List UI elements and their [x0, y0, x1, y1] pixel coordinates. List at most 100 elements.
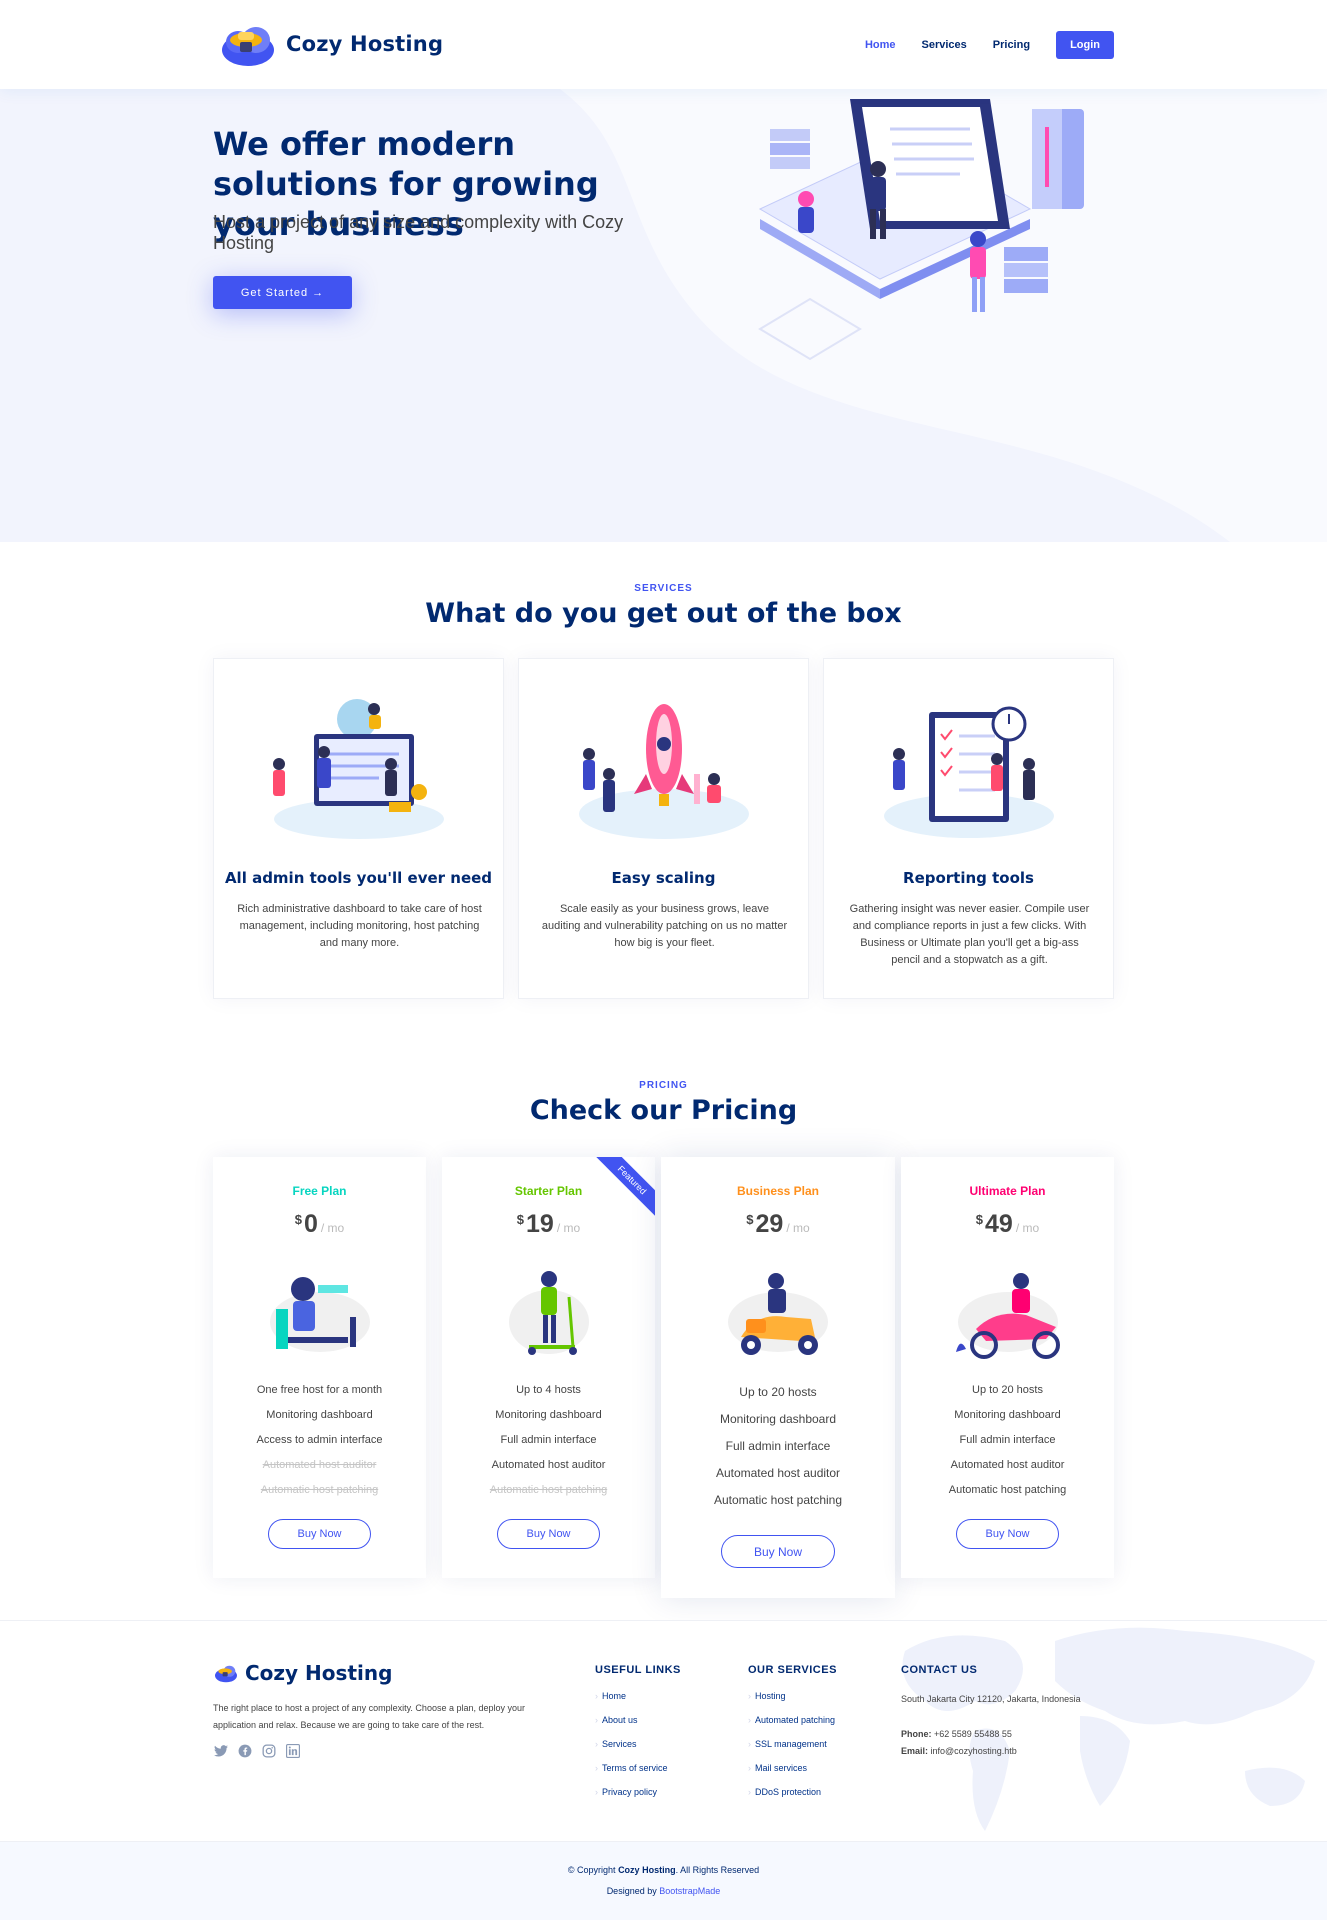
- footer-link[interactable]: › Automated patching: [748, 1715, 837, 1739]
- chevron-right-icon: ›: [595, 1787, 598, 1797]
- footer-link[interactable]: › SSL management: [748, 1739, 837, 1763]
- cloud-logo-icon: [215, 1665, 237, 1683]
- plan-name: Business Plan: [736, 1184, 820, 1198]
- footer-description: The right place to host a project of any…: [213, 1703, 526, 1730]
- nav-home[interactable]: Home: [865, 39, 896, 51]
- buy-now-button[interactable]: Buy Now: [956, 1519, 1059, 1549]
- footer-link-label: DDoS protection: [755, 1787, 822, 1797]
- get-started-button[interactable]: Get Started →: [213, 276, 352, 309]
- contact-phone: Phone: +62 5589 55488 55: [901, 1726, 1081, 1743]
- chevron-right-icon: ›: [748, 1787, 751, 1797]
- nav-pricing[interactable]: Pricing: [993, 39, 1030, 51]
- buy-now-button[interactable]: Buy Now: [268, 1519, 371, 1549]
- copyright-text: © Copyright Cozy Hosting. All Rights Res…: [0, 1865, 1327, 1875]
- plan-name: Ultimate Plan: [969, 1184, 1046, 1198]
- business-plan-illustration: [728, 1273, 828, 1355]
- footer-link-label: Services: [602, 1739, 637, 1749]
- instagram-icon[interactable]: [261, 1743, 276, 1758]
- plan-name: Free Plan: [292, 1184, 347, 1198]
- brand-name: Cozy Hosting: [286, 32, 444, 56]
- phone-label: Phone:: [901, 1729, 932, 1739]
- linkedin-icon[interactable]: [285, 1743, 300, 1758]
- feature-item-unavailable: Automated host auditor: [262, 1459, 377, 1471]
- pricing-title: Check our Pricing: [529, 1095, 798, 1126]
- feature-item: Full admin interface: [725, 1439, 831, 1453]
- useful-links-column: USEFUL LINKS › Home › About us › Services ›…: [595, 1664, 681, 1811]
- copyright-prefix: © Copyright: [567, 1865, 616, 1875]
- reporting-tools-illustration: [884, 706, 1054, 838]
- footer-link-label: Home: [602, 1691, 627, 1701]
- login-button[interactable]: Login: [1056, 31, 1114, 59]
- twitter-icon[interactable]: [213, 1743, 228, 1758]
- feature-item: Automated host auditor: [950, 1459, 1065, 1471]
- feature-item: Automatic host patching: [713, 1493, 843, 1507]
- site-header: Cozy Hosting Home Services Pricing Login: [0, 0, 1327, 89]
- price-period: / mo: [320, 1221, 345, 1235]
- contact-heading: CONTACT US: [901, 1664, 978, 1676]
- footer-link[interactable]: › Mail services: [748, 1763, 837, 1787]
- service-description: Gathering insight was never easier. Comp…: [849, 903, 1090, 966]
- copyright-bar: © Copyright Cozy Hosting. All Rights Res…: [0, 1841, 1327, 1920]
- feature-item: Automatic host patching: [948, 1484, 1067, 1496]
- useful-links-heading: USEFUL LINKS: [595, 1664, 681, 1676]
- price-amount: 0: [303, 1210, 318, 1238]
- plan-price: $0/ mo: [213, 1210, 426, 1239]
- designed-by-text: Designed by BootstrapMade: [0, 1886, 1327, 1896]
- copyright-brand: Cozy Hosting: [618, 1865, 676, 1875]
- pricing-card-starter: Featured Starter Plan $19/ mo Up to 4 ho…: [442, 1157, 655, 1578]
- price-amount: 49: [985, 1210, 1013, 1238]
- pricing-tag: PRICING: [639, 1080, 688, 1091]
- arrow-right-icon: →: [312, 286, 325, 299]
- feature-list: Up to 4 hosts Monitoring dashboard Full …: [442, 1378, 655, 1503]
- service-description: Rich administrative dashboard to take ca…: [237, 903, 482, 949]
- buy-now-button[interactable]: Buy Now: [721, 1535, 835, 1568]
- footer-link[interactable]: › Terms of service: [595, 1763, 681, 1787]
- feature-item: Automated host auditor: [491, 1459, 606, 1471]
- copyright-suffix: . All Rights Reserved: [675, 1865, 760, 1875]
- feature-item: One free host for a month: [256, 1384, 383, 1396]
- feature-item: Monitoring dashboard: [719, 1412, 837, 1426]
- price-period: / mo: [786, 1221, 810, 1235]
- footer-link[interactable]: › Services: [595, 1739, 681, 1763]
- chevron-right-icon: ›: [595, 1763, 598, 1773]
- footer-link-label: Hosting: [755, 1691, 786, 1701]
- service-card-easy-scaling: Easy scaling Scale easily as your busine…: [518, 658, 809, 999]
- buy-now-button[interactable]: Buy Now: [497, 1519, 600, 1549]
- designed-by-prefix: Designed by: [606, 1886, 657, 1896]
- get-started-label: Get Started: [240, 286, 309, 299]
- brand-logo[interactable]: Cozy Hosting: [218, 18, 443, 70]
- footer-brand-logo[interactable]: Cozy Hosting: [213, 1661, 392, 1685]
- footer-link[interactable]: › Hosting: [748, 1691, 837, 1715]
- feature-item-unavailable: Automatic host patching: [260, 1484, 379, 1496]
- currency-symbol: $: [746, 1212, 754, 1227]
- hero-section: We offer modern solutions for growing yo…: [0, 89, 1327, 542]
- chevron-right-icon: ›: [748, 1763, 751, 1773]
- chevron-right-icon: ›: [748, 1691, 751, 1701]
- footer-link[interactable]: › Home: [595, 1691, 681, 1715]
- social-links: [213, 1743, 300, 1758]
- chevron-right-icon: ›: [595, 1691, 598, 1701]
- nav-services[interactable]: Services: [922, 39, 967, 51]
- footer-link-label: Terms of service: [602, 1763, 668, 1773]
- feature-item: Access to admin interface: [256, 1434, 383, 1446]
- chevron-right-icon: ›: [748, 1739, 751, 1749]
- footer-brand-name: Cozy Hosting: [245, 1661, 393, 1685]
- designed-by-link[interactable]: BootstrapMade: [659, 1886, 720, 1896]
- feature-item: Up to 4 hosts: [516, 1384, 581, 1396]
- currency-symbol: $: [516, 1212, 525, 1227]
- footer-link[interactable]: › Privacy policy: [595, 1787, 681, 1811]
- plan-price: $29/ mo: [661, 1210, 895, 1239]
- ultimate-plan-illustration: [956, 1273, 1060, 1359]
- footer-link[interactable]: › About us: [595, 1715, 681, 1739]
- feature-item: Full admin interface: [500, 1434, 597, 1446]
- service-title: All admin tools you'll ever need: [224, 869, 493, 887]
- contact-address: South Jakarta City 12120, Jakarta, Indon…: [901, 1694, 1081, 1704]
- facebook-icon[interactable]: [237, 1743, 252, 1758]
- footer-link[interactable]: › DDoS protection: [748, 1787, 837, 1811]
- service-title: Reporting tools: [903, 869, 1034, 887]
- footer-link-label: SSL management: [755, 1739, 827, 1749]
- plan-name: Starter Plan: [514, 1184, 583, 1198]
- chevron-right-icon: ›: [748, 1715, 751, 1725]
- footer-link-label: Mail services: [755, 1763, 808, 1773]
- footer-link-label: About us: [602, 1715, 638, 1725]
